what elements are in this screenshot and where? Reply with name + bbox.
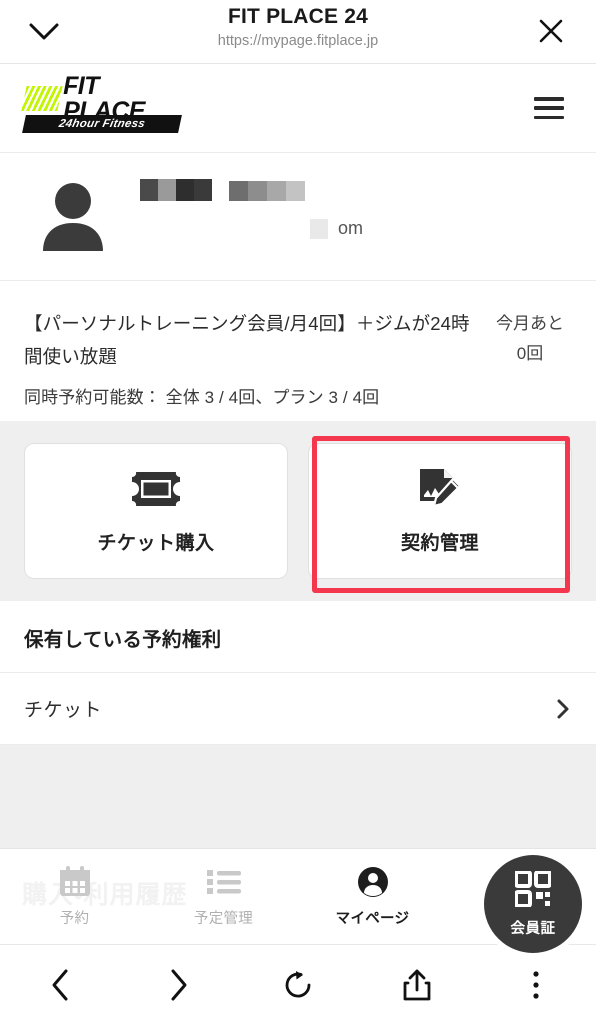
profile-section: om: [0, 153, 596, 281]
person-icon: [357, 866, 389, 898]
browser-reload-button[interactable]: [238, 945, 357, 1024]
logo-stripes-icon: [21, 86, 63, 111]
concurrent-reservations-text: 同時予約可能数： 全体 3 / 4回、プラン 3 / 4回: [24, 388, 380, 407]
mobile-browser-screen: FIT PLACE 24 https://mypage.fitplace.jp …: [0, 0, 596, 1024]
ticket-icon: [130, 468, 182, 510]
plan-remaining-label: 今月あと: [496, 314, 564, 333]
tab-reservation[interactable]: 予約: [0, 849, 149, 944]
browser-back-button[interactable]: [0, 945, 119, 1024]
close-icon: [539, 19, 563, 43]
reservation-rights-section: 保有している予約権利 チケット: [0, 601, 596, 745]
page-url: https://mypage.fitplace.jp: [217, 33, 379, 49]
hamburger-menu-icon[interactable]: [534, 94, 568, 122]
plan-remaining: 今月あと 0回: [482, 307, 578, 369]
user-avatar-icon: [43, 183, 103, 251]
hamburger-bar: [534, 97, 564, 101]
browser-forward-button[interactable]: [119, 945, 238, 1024]
chevron-left-icon: [52, 969, 68, 1000]
site-logo[interactable]: FIT PLACE 24hour Fitness: [21, 73, 184, 133]
plan-section: 【パーソナルトレーニング会員/月4回】＋ジムが24時間使い放題 今月あと 0回 …: [0, 281, 596, 421]
plan-remaining-value: 0回: [516, 344, 544, 363]
browser-more-menu-button[interactable]: [477, 945, 596, 1024]
calendar-icon: [59, 866, 91, 898]
profile-email: om: [310, 218, 363, 239]
hamburger-bar: [534, 106, 564, 110]
list-item-label: チケット: [24, 700, 103, 721]
browser-header: FIT PLACE 24 https://mypage.fitplace.jp: [0, 0, 596, 64]
close-button[interactable]: [532, 12, 570, 50]
reload-icon: [285, 970, 311, 997]
tab-label: 予約: [59, 910, 90, 927]
content-spacer: [0, 745, 596, 848]
contract-management-card[interactable]: 契約管理: [308, 443, 572, 579]
card-label: 契約管理: [400, 532, 479, 554]
action-cards-band: チケット購入 契約管理: [0, 421, 596, 601]
list-icon: [206, 866, 241, 898]
logo-tagline-bar: 24hour Fitness: [22, 115, 182, 133]
browser-title-block: FIT PLACE 24 https://mypage.fitplace.jp: [0, 4, 596, 51]
plan-name: 【パーソナルトレーニング会員/月4回】＋ジムが24時間使い放題: [24, 313, 470, 367]
list-item-ticket[interactable]: チケット: [0, 673, 596, 745]
qr-code-icon: [514, 869, 552, 912]
section-title: 保有している予約権利: [0, 601, 596, 673]
more-vertical-icon: [533, 970, 540, 999]
redaction-block: [310, 218, 328, 239]
redaction-block: [229, 181, 305, 201]
logo-tagline: 24hour Fitness: [57, 118, 147, 130]
chevron-right-icon: [171, 969, 187, 1000]
app-tab-bar: 購入・利用履歴 予約 予定管理 マイページ 会員証: [0, 848, 596, 953]
profile-name-redacted: [140, 179, 305, 201]
profile-email-suffix: om: [338, 218, 364, 238]
plan-row: 【パーソナルトレーニング会員/月4回】＋ジムが24時間使い放題 今月あと 0回: [24, 307, 578, 373]
logo-wordmark-row: FIT PLACE: [21, 73, 184, 123]
chevron-right-icon: [557, 699, 569, 718]
contract-edit-icon: [417, 468, 463, 510]
redaction-block: [140, 179, 212, 201]
share-icon: [403, 969, 431, 1000]
tab-schedule-management[interactable]: 予定管理: [149, 849, 298, 944]
membership-card-label: 会員証: [510, 920, 556, 937]
hamburger-bar: [534, 115, 564, 119]
membership-card-button[interactable]: 会員証: [484, 855, 582, 953]
tab-my-page[interactable]: マイページ: [298, 849, 447, 944]
card-label: チケット購入: [97, 532, 215, 554]
browser-bottom-nav: [0, 944, 596, 1024]
tab-label: 予定管理: [193, 910, 254, 927]
page-title: FIT PLACE 24: [227, 5, 369, 28]
tab-label: マイページ: [335, 910, 410, 927]
browser-share-button[interactable]: [358, 945, 477, 1024]
ticket-purchase-card[interactable]: チケット購入: [24, 443, 288, 579]
site-header: FIT PLACE 24hour Fitness: [0, 64, 596, 153]
